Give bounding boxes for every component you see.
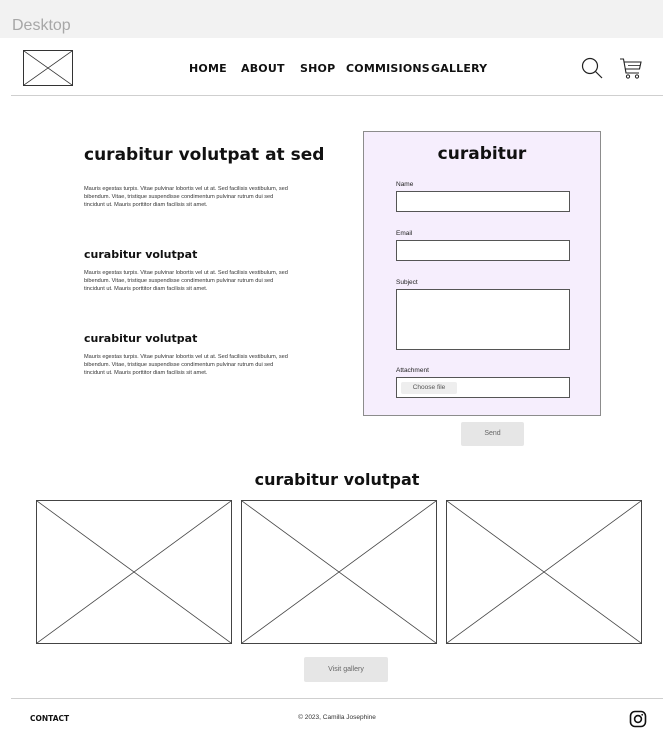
subject-field[interactable]: [396, 289, 570, 350]
form-title: curabitur: [437, 144, 527, 164]
name-label: Name: [396, 181, 414, 188]
nav-home[interactable]: HOME: [189, 62, 227, 75]
site-header: HOME ABOUT SHOP COMMISIONS GALLERY: [11, 38, 663, 96]
gallery-image-1[interactable]: [36, 500, 232, 644]
section-heading-2: curabitur volutpat: [84, 332, 198, 345]
site-footer: CONTACT © 2023, Camilla Josephine: [11, 698, 663, 742]
logo-placeholder-icon: [24, 51, 72, 85]
search-button[interactable]: [580, 56, 604, 80]
attachment-field: Choose file: [396, 377, 570, 398]
section-paragraph-1: Mauris egestas turpis. Vitae pulvinar lo…: [84, 270, 288, 292]
frame-label-bar: Desktop: [0, 0, 663, 38]
logo-placeholder[interactable]: [23, 50, 73, 86]
section-paragraph-2: Mauris egestas turpis. Vitae pulvinar lo…: [84, 354, 288, 376]
cart-icon: [620, 58, 642, 79]
name-field[interactable]: [396, 191, 570, 212]
image-placeholder-icon: [37, 501, 231, 643]
frame-label: Desktop: [12, 17, 71, 34]
gallery-title: curabitur volutpat: [254, 470, 420, 489]
footer-copyright: © 2023, Camilla Josephine: [298, 714, 376, 721]
subject-label: Subject: [396, 279, 418, 286]
nav-gallery[interactable]: GALLERY: [431, 62, 487, 75]
visit-gallery-button[interactable]: Visit gallery: [304, 657, 388, 682]
cart-button[interactable]: [619, 56, 643, 80]
email-label: Email: [396, 230, 413, 237]
send-button[interactable]: Send: [461, 422, 524, 446]
intro-paragraph-1: Mauris egestas turpis. Vitae pulvinar lo…: [84, 186, 288, 208]
search-icon: [581, 57, 603, 79]
contact-form: curabitur Name Email Subject Attachment …: [363, 131, 601, 416]
attachment-label: Attachment: [396, 367, 429, 374]
email-field[interactable]: [396, 240, 570, 261]
image-placeholder-icon: [242, 501, 436, 643]
nav-about[interactable]: ABOUT: [241, 62, 285, 75]
artboard: HOME ABOUT SHOP COMMISIONS GALLERY curab…: [11, 38, 663, 742]
image-placeholder-icon: [447, 501, 641, 643]
nav-shop[interactable]: SHOP: [300, 62, 335, 75]
choose-file-button[interactable]: Choose file: [401, 382, 457, 394]
section-heading-1: curabitur volutpat: [84, 248, 198, 261]
instagram-button[interactable]: [629, 710, 647, 728]
instagram-icon: [629, 710, 647, 728]
intro-title: curabitur volutpat at sed: [84, 145, 325, 165]
gallery-image-3[interactable]: [446, 500, 642, 644]
nav-commisions[interactable]: COMMISIONS: [346, 62, 430, 75]
gallery-image-2[interactable]: [241, 500, 437, 644]
